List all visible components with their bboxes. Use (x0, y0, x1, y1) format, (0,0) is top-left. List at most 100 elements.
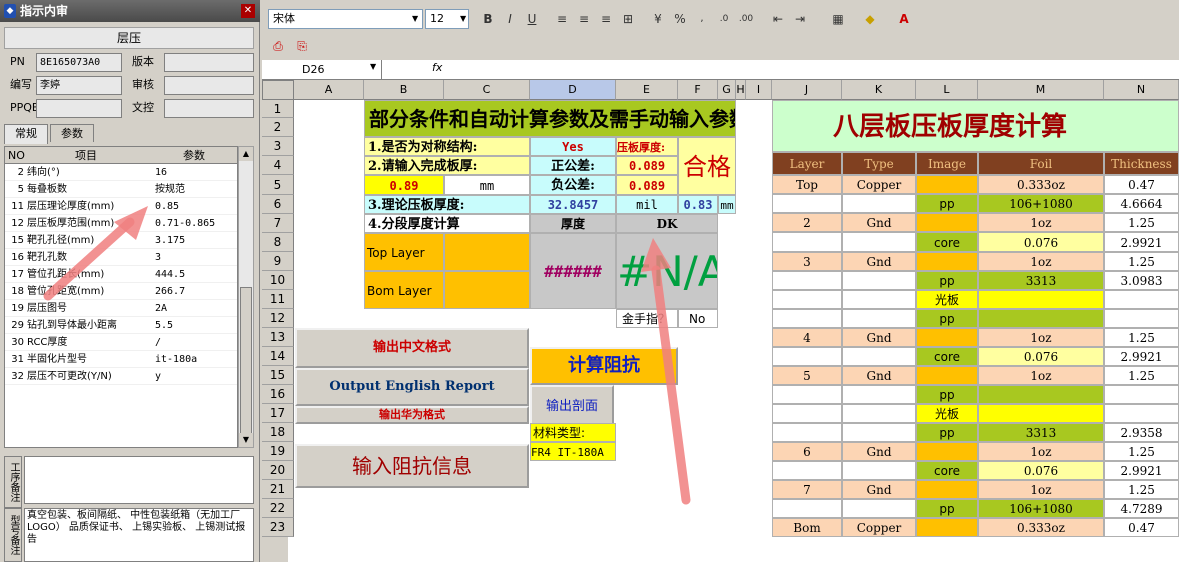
stack-cell[interactable]: pp (916, 423, 978, 442)
column-header[interactable]: N (1104, 80, 1179, 100)
stack-cell[interactable]: 1oz (978, 252, 1104, 271)
function-icon[interactable]: fx (432, 61, 442, 74)
font-color-icon[interactable]: A (894, 9, 914, 29)
stack-cell[interactable]: 2.9921 (1104, 232, 1179, 252)
stack-cell[interactable]: 0.076 (978, 232, 1104, 252)
chevron-down-icon[interactable]: ▼ (370, 62, 376, 71)
column-header[interactable]: B (364, 80, 444, 100)
scroll-up-icon[interactable]: ▲ (239, 147, 253, 161)
material-type-label[interactable]: 材料类型: (530, 423, 616, 442)
row-value[interactable]: 3.175 (155, 232, 185, 249)
sheet-title[interactable]: 部分条件和自动计算参数及需手动输入参数 (364, 100, 736, 137)
grid-row[interactable]: 30 RCC厚度 / (5, 334, 237, 351)
plus-tolerance-label[interactable]: 正公差: (530, 156, 616, 175)
stack-cell[interactable]: 2.9921 (1104, 461, 1179, 480)
bom-layer-value[interactable] (444, 271, 530, 309)
stack-cell[interactable] (916, 442, 978, 461)
column-header[interactable]: H (736, 80, 746, 100)
stack-cell[interactable]: core (916, 461, 978, 480)
align-left-icon[interactable]: ≡ (552, 9, 572, 29)
material-type-value[interactable]: FR4 IT-180A (530, 442, 616, 461)
row-header[interactable]: 8 (262, 233, 294, 252)
stack-cell[interactable] (916, 213, 978, 232)
row-header[interactable]: 12 (262, 309, 294, 328)
stack-cell[interactable]: pp (916, 385, 978, 404)
row-value[interactable]: it-180a (155, 351, 197, 368)
stack-cell[interactable] (842, 461, 916, 480)
row-header[interactable]: 16 (262, 385, 294, 404)
stack-cell[interactable]: pp (916, 271, 978, 290)
row-header[interactable]: 2 (262, 118, 294, 137)
row-header[interactable]: 3 (262, 137, 294, 156)
row-header[interactable]: 22 (262, 499, 294, 518)
column-header[interactable]: K (842, 80, 916, 100)
row-value[interactable]: 按规范 (155, 181, 185, 198)
grid-row[interactable]: 12 层压板厚范围(mm) 0.71-0.865 (5, 215, 237, 232)
font-select[interactable]: 宋体 (268, 9, 423, 29)
row-header[interactable]: 1 (262, 100, 294, 118)
stack-cell[interactable]: 4.7289 (1104, 499, 1179, 518)
stack-cell[interactable]: 1oz (978, 213, 1104, 232)
author-field[interactable]: 李婷 (36, 76, 122, 95)
result-pass[interactable]: 合格 (678, 137, 736, 195)
calc-impedance-button[interactable]: 计算阻抗 (530, 347, 678, 385)
tab-parameters[interactable]: 参数 (50, 124, 94, 142)
stack-cell[interactable]: 1.25 (1104, 480, 1179, 499)
fill-color-icon[interactable]: ◆ (860, 9, 880, 29)
stack-cell[interactable]: Gnd (842, 366, 916, 385)
row-header[interactable]: 23 (262, 518, 294, 537)
stack-cell[interactable]: 1oz (978, 328, 1104, 347)
stack-cell[interactable] (1104, 404, 1179, 423)
version-field[interactable] (164, 53, 254, 72)
stack-cell[interactable] (842, 290, 916, 309)
row-value[interactable]: 266.7 (155, 283, 185, 300)
scroll-thumb[interactable] (240, 287, 252, 437)
stack-cell[interactable] (772, 423, 842, 442)
stack-cell[interactable] (916, 518, 978, 537)
comma-style-icon[interactable]: , (692, 9, 712, 29)
row-header[interactable]: 13 (262, 328, 294, 347)
symmetric-label[interactable]: 1.是否为对称结构: (364, 137, 530, 156)
decrease-decimal-icon[interactable]: .00 (736, 9, 756, 29)
row-header[interactable]: 15 (262, 366, 294, 385)
stack-cell[interactable]: 106+1080 (978, 194, 1104, 213)
scroll-down-icon[interactable]: ▼ (239, 433, 253, 447)
column-header[interactable]: D (530, 80, 616, 100)
grid-row[interactable]: 5 每叠板数 按规范 (5, 181, 237, 198)
stack-cell[interactable] (916, 366, 978, 385)
unit-mil[interactable]: mil (616, 195, 678, 214)
stack-cell[interactable]: 7 (772, 480, 842, 499)
chevron-down-icon[interactable]: ▼ (460, 14, 466, 23)
model-note-field[interactable]: 真空包装、板间隔纸、 中性包装纸箱（无加工厂LOGO） 品质保证书、 上锡实验板… (24, 508, 254, 562)
stack-cell[interactable] (842, 309, 916, 328)
row-value[interactable]: 0.85 (155, 198, 179, 215)
pn-field[interactable]: 8E165073A0 (36, 53, 122, 72)
row-header[interactable]: 11 (262, 290, 294, 309)
increase-decimal-icon[interactable]: .0 (714, 9, 734, 29)
gold-finger-value[interactable]: No (678, 309, 718, 328)
thickness-result[interactable]: ###### (530, 233, 616, 309)
row-value[interactable]: / (155, 334, 161, 351)
stack-cell[interactable] (978, 385, 1104, 404)
stack-cell[interactable]: 光板 (916, 290, 978, 309)
column-header[interactable]: J (772, 80, 842, 100)
stack-title[interactable]: 八层板压板厚度计算 (772, 100, 1179, 152)
row-value[interactable]: 5.5 (155, 317, 173, 334)
reviewer-field[interactable] (164, 76, 254, 95)
stack-cell[interactable]: 3313 (978, 423, 1104, 442)
chevron-down-icon[interactable]: ▼ (412, 14, 418, 23)
stack-cell[interactable]: 0.47 (1104, 175, 1179, 194)
row-value[interactable]: 16 (155, 164, 167, 181)
minus-tolerance-label[interactable]: 负公差: (530, 175, 616, 195)
row-value[interactable]: 0.71-0.865 (155, 215, 215, 232)
stack-cell[interactable]: Copper (842, 518, 916, 537)
tab-general[interactable]: 常规 (4, 124, 48, 144)
stack-cell[interactable]: 1.25 (1104, 213, 1179, 232)
stack-header[interactable]: Thickness (1104, 152, 1179, 175)
italic-button[interactable]: I (500, 9, 520, 29)
stack-cell[interactable]: 5 (772, 366, 842, 385)
merge-center-icon[interactable]: ⊞ (618, 9, 638, 29)
row-header[interactable]: 20 (262, 461, 294, 480)
stack-cell[interactable] (1104, 385, 1179, 404)
stack-cell[interactable]: 光板 (916, 404, 978, 423)
